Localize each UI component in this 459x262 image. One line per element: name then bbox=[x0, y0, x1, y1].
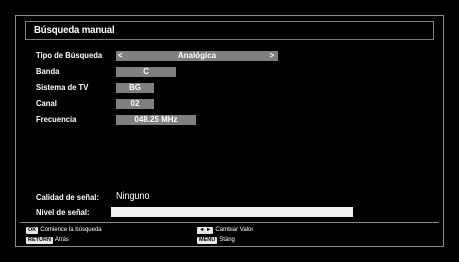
tv-system-field[interactable]: BG bbox=[116, 83, 154, 93]
hint-back-text: Atrás bbox=[54, 237, 69, 243]
panel-title-bar: Búsqueda manual bbox=[25, 21, 434, 40]
search-type-value: Analógica bbox=[177, 51, 217, 60]
frequency-label: Frecuencia bbox=[36, 114, 77, 124]
hint-start-search-text: Comience la búsqueda bbox=[40, 227, 102, 233]
band-field[interactable]: C bbox=[116, 67, 176, 77]
screen: Búsqueda manual Tipo de Búsqueda < Analó… bbox=[0, 0, 459, 262]
hint-close: MENU Stäng bbox=[197, 236, 235, 245]
signal-quality-value: Ninguno bbox=[116, 191, 150, 202]
channel-field[interactable]: 02 bbox=[116, 99, 154, 109]
panel-title: Búsqueda manual bbox=[34, 24, 115, 36]
menu-key-icon: MENU bbox=[197, 236, 218, 244]
channel-label: Canal bbox=[36, 98, 57, 108]
return-key-icon: RETURN bbox=[26, 236, 53, 244]
hint-start-search: OK Comience la búsqueda bbox=[26, 226, 102, 235]
manual-search-panel: Búsqueda manual Tipo de Búsqueda < Analó… bbox=[15, 15, 444, 247]
hint-change-value-text: Cambiar Valor bbox=[215, 227, 254, 233]
hint-close-text: Stäng bbox=[219, 237, 235, 243]
arrows-key-icon: ◄ ► bbox=[197, 226, 214, 234]
arrow-right-icon[interactable]: > bbox=[269, 51, 274, 61]
signal-level-bar bbox=[111, 207, 353, 217]
frequency-field[interactable]: 048.25 MHz bbox=[116, 115, 196, 125]
tv-system-label: Sistema de TV bbox=[36, 82, 89, 92]
signal-level-label: Nivel de señal: bbox=[36, 207, 90, 217]
search-type-selector[interactable]: < Analógica > bbox=[116, 51, 278, 61]
hint-back: RETURN Atrás bbox=[26, 236, 69, 245]
band-label: Banda bbox=[36, 66, 60, 76]
signal-quality-label: Calidad de señal: bbox=[36, 192, 99, 202]
search-type-label: Tipo de Búsqueda bbox=[36, 50, 103, 60]
ok-key-icon: OK bbox=[26, 226, 39, 234]
footer-divider bbox=[20, 222, 439, 223]
hint-change-value: ◄ ► Cambiar Valor bbox=[197, 226, 253, 235]
